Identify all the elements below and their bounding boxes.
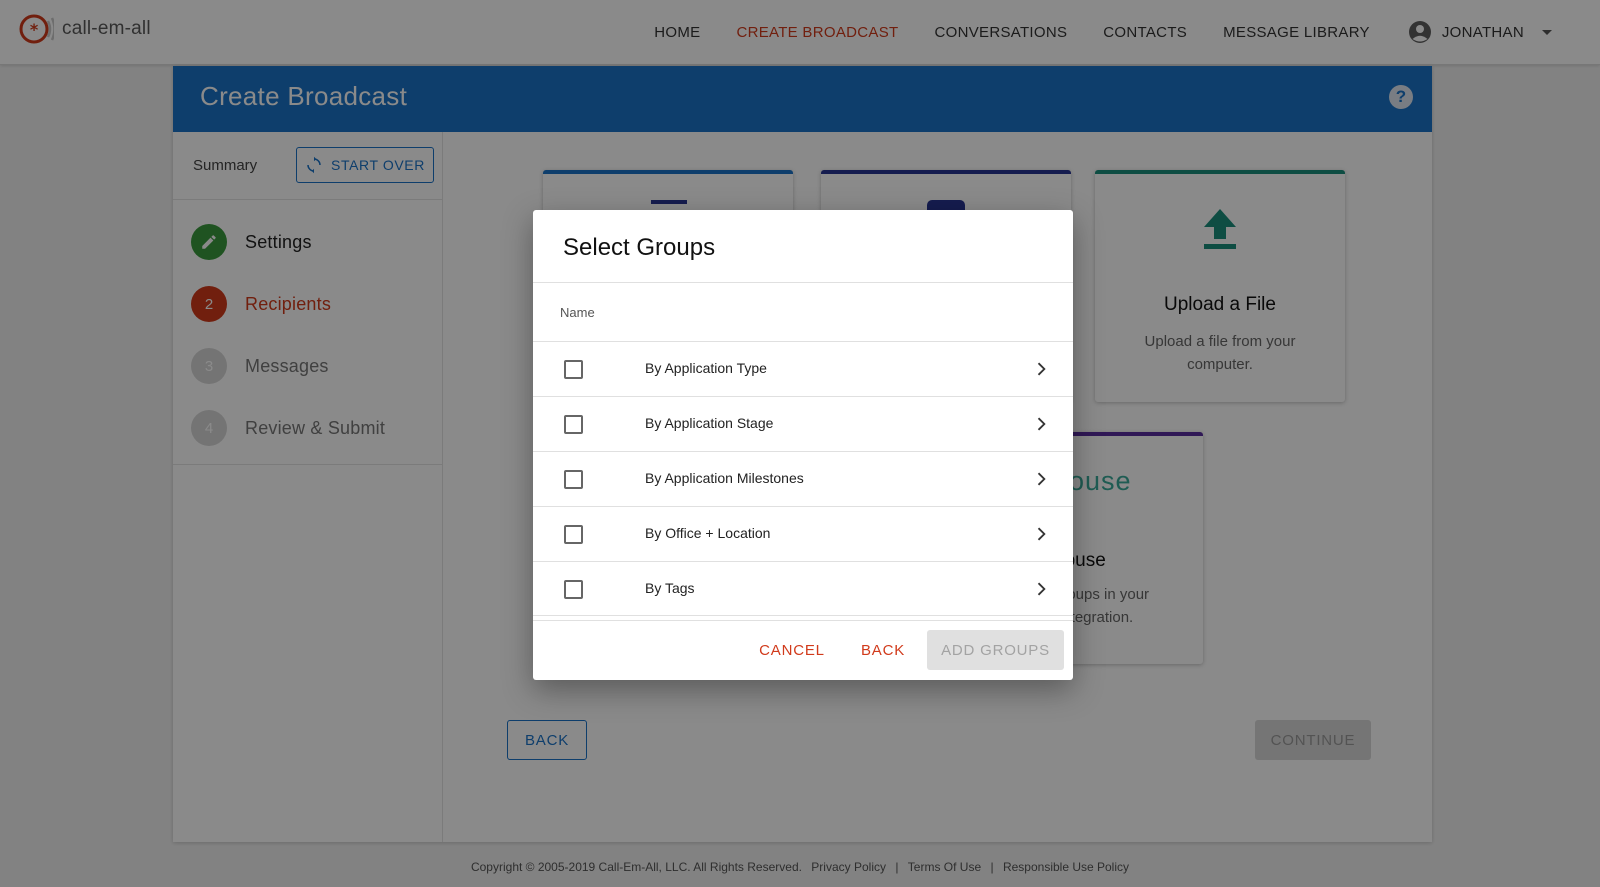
divider — [533, 282, 1073, 283]
group-label: By Application Stage — [645, 415, 774, 431]
groups-list: By Application Type By Application Stage… — [533, 341, 1073, 616]
chevron-right-icon[interactable] — [1031, 414, 1051, 434]
group-row-office-location[interactable]: By Office + Location — [533, 506, 1073, 561]
group-label: By Application Milestones — [645, 470, 804, 486]
chevron-right-icon[interactable] — [1031, 359, 1051, 379]
chevron-right-icon[interactable] — [1031, 469, 1051, 489]
add-groups-button[interactable]: ADD GROUPS — [927, 630, 1064, 670]
group-label: By Tags — [645, 580, 695, 596]
group-label: By Application Type — [645, 360, 767, 376]
group-row-application-milestones[interactable]: By Application Milestones — [533, 451, 1073, 506]
group-row-application-stage[interactable]: By Application Stage — [533, 396, 1073, 451]
chevron-right-icon[interactable] — [1031, 579, 1051, 599]
group-row-tags[interactable]: By Tags — [533, 561, 1073, 616]
dialog-back-button[interactable]: BACK — [851, 630, 915, 670]
checkbox[interactable] — [564, 525, 583, 544]
chevron-right-icon[interactable] — [1031, 524, 1051, 544]
cancel-button[interactable]: CANCEL — [747, 630, 837, 670]
checkbox[interactable] — [564, 470, 583, 489]
dialog-title: Select Groups — [563, 234, 716, 261]
group-label: By Office + Location — [645, 525, 771, 541]
checkbox[interactable] — [564, 360, 583, 379]
checkbox[interactable] — [564, 580, 583, 599]
column-header-name: Name — [560, 305, 595, 320]
group-row-application-type[interactable]: By Application Type — [533, 341, 1073, 396]
checkbox[interactable] — [564, 415, 583, 434]
select-groups-dialog: Select Groups Name By Application Type B… — [533, 210, 1073, 680]
divider — [533, 620, 1073, 621]
